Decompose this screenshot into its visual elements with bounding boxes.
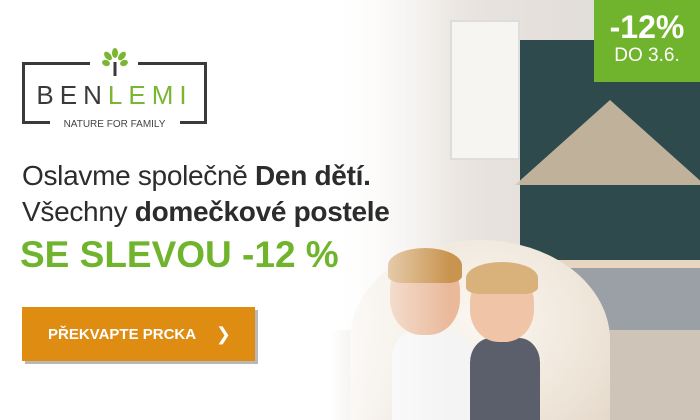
headline: Oslavme společně Den dětí. Všechny domeč… (22, 158, 390, 230)
cta-label: PŘEKVAPTE PRCKA (48, 325, 197, 343)
headline-line-1: Oslavme společně Den dětí. (22, 158, 390, 194)
window (450, 20, 520, 160)
logo-lemi: LEMI (107, 80, 193, 110)
chevron-right-icon: ❯ (215, 323, 231, 344)
tree-icon (102, 48, 128, 76)
badge-until: DO 3.6. (614, 45, 680, 66)
cta-button[interactable]: PŘEKVAPTE PRCKA ❯ (22, 307, 255, 361)
promo-text: SE SLEVOU -12 % (20, 234, 339, 275)
house-bed-roof (515, 100, 700, 185)
logo-tagline: NATURE FOR FAMILY (63, 119, 166, 130)
logo-ben: BEN (36, 80, 108, 110)
discount-badge: -12% DO 3.6. (594, 0, 700, 82)
child-girl-hair (466, 262, 538, 294)
headline-line-2: Všechny domečkové postele (22, 194, 390, 230)
benlemi-logo[interactable]: BENLEMI NATURE FOR FAMILY (22, 48, 207, 130)
child-girl-shirt (470, 338, 540, 420)
badge-discount: -12% (609, 9, 685, 45)
headline-text: Oslavme společně (22, 160, 256, 191)
logo-wordmark: BENLEMI (22, 80, 207, 111)
headline-text: Všechny (22, 196, 135, 227)
headline-bold: domečkové postele (134, 196, 390, 227)
headline-bold: Den dětí. (255, 160, 371, 191)
